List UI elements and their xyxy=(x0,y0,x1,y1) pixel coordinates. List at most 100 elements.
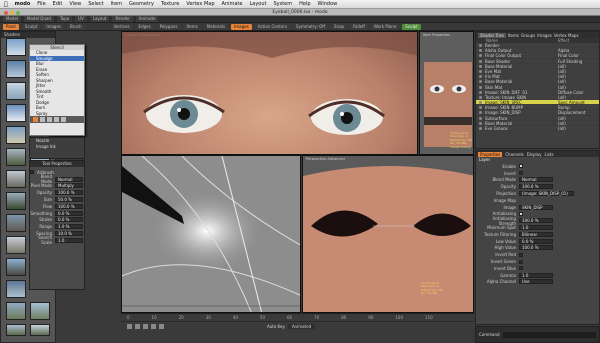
preset-tile[interactable] xyxy=(6,38,26,56)
shader-item-effect[interactable]: (all) xyxy=(558,64,566,69)
visibility-eye-icon[interactable] xyxy=(479,111,482,115)
opacity-field[interactable]: 100.0 % xyxy=(55,190,83,196)
image-ink-item[interactable]: Image Ink xyxy=(30,144,84,150)
preset-tile[interactable] xyxy=(6,60,26,78)
last-frame-icon[interactable] xyxy=(159,324,164,329)
close-window-button[interactable] xyxy=(4,10,8,15)
work-plane-button[interactable]: Work Plane xyxy=(370,23,400,30)
search-scale-field[interactable]: 1.0 xyxy=(55,237,83,243)
preset-tile[interactable] xyxy=(6,192,26,210)
tab-lists[interactable]: Lists xyxy=(544,152,553,157)
menu-file[interactable]: File xyxy=(37,1,45,7)
tab-brush[interactable]: Brush xyxy=(67,23,85,30)
menu-window[interactable]: Window xyxy=(318,1,338,7)
visibility-eye-icon[interactable] xyxy=(479,127,482,130)
property-value-field[interactable]: Bilinear xyxy=(519,231,553,237)
sculpt-button[interactable]: Sculpt xyxy=(402,23,421,30)
snap-button[interactable]: Snap xyxy=(331,23,348,30)
next-key-icon[interactable] xyxy=(151,324,156,329)
key-mode-select[interactable]: Animated xyxy=(287,324,316,329)
property-value-field[interactable]: SKIN_DISP xyxy=(519,204,553,210)
shader-item-effect[interactable]: (all) xyxy=(558,121,566,126)
first-frame-icon[interactable] xyxy=(127,324,132,329)
visibility-eye-icon[interactable] xyxy=(479,69,482,73)
tab-vertex-maps[interactable]: Vertex Maps xyxy=(554,33,579,38)
property-value-field[interactable]: 100.0 % xyxy=(519,245,553,251)
auto-key-label[interactable]: Auto Key xyxy=(267,324,285,329)
tab-uv[interactable]: UV xyxy=(75,16,87,22)
edges-mode[interactable]: Edges xyxy=(135,23,154,30)
preset-tile[interactable] xyxy=(6,236,26,254)
shader-tree-row[interactable]: Eye Groups (all) xyxy=(476,126,599,132)
menu-vertex-map[interactable]: Vertex Map xyxy=(186,1,214,7)
shader-item-effect[interactable]: (all) xyxy=(558,79,566,84)
property-checkbox[interactable] xyxy=(519,164,523,169)
symmetry-button[interactable]: Symmetry: Off xyxy=(293,23,329,30)
shader-item-effect[interactable]: Bump xyxy=(558,105,570,110)
property-value-field[interactable]: 0.0 % xyxy=(519,238,553,244)
brush-icon[interactable] xyxy=(54,117,59,122)
tab-render[interactable]: Render xyxy=(112,16,133,22)
tab-animate[interactable]: Animate xyxy=(135,16,159,22)
menu-item[interactable]: Item xyxy=(111,1,122,7)
uv-editor-viewport[interactable]: Texture UV Editor xyxy=(121,155,301,313)
preset-tile[interactable] xyxy=(6,104,26,122)
shader-item-effect[interactable]: Spec Amount xyxy=(558,100,585,105)
smoothing-field[interactable]: 0.0 % xyxy=(55,210,83,216)
menu-edit[interactable]: Edit xyxy=(53,1,63,7)
spacing-field[interactable]: 10.0 % xyxy=(55,231,83,237)
face-thumbnail-viewport[interactable]: Item Properties All Polygons Channels: 0… xyxy=(419,31,474,155)
menu-help[interactable]: Help xyxy=(299,1,310,7)
visibility-eye-icon[interactable] xyxy=(479,85,482,89)
tab-groups[interactable]: Groups xyxy=(521,33,535,38)
images-button[interactable]: Images xyxy=(231,23,252,30)
visibility-eye-icon[interactable] xyxy=(479,64,482,68)
tab-topo[interactable]: Topo xyxy=(56,16,73,22)
preset-tile[interactable] xyxy=(30,324,50,336)
shader-item-effect[interactable]: (all) xyxy=(558,85,566,90)
preset-tile[interactable] xyxy=(6,280,26,298)
preset-tile[interactable] xyxy=(6,82,26,100)
visibility-eye-icon[interactable] xyxy=(479,59,482,63)
pixel-mode-select[interactable]: Multiply xyxy=(55,183,83,189)
zoom-window-button[interactable] xyxy=(16,10,20,15)
preset-tile[interactable] xyxy=(6,148,26,166)
property-checkbox[interactable] xyxy=(519,171,523,176)
preset-tile[interactable] xyxy=(6,258,26,276)
falloff-button[interactable]: Falloff xyxy=(350,23,368,30)
shader-item-effect[interactable]: (all) xyxy=(558,116,566,121)
tab-items[interactable]: Items xyxy=(508,33,519,38)
menu-system[interactable]: System xyxy=(273,1,292,7)
visibility-eye-icon[interactable] xyxy=(479,75,482,79)
visibility-eye-icon[interactable] xyxy=(479,44,482,47)
shader-item-effect[interactable]: Diffuse Color xyxy=(558,90,584,95)
apple-icon[interactable]:  xyxy=(4,1,8,8)
vertices-mode[interactable]: Vertices xyxy=(110,23,133,30)
preset-tile[interactable] xyxy=(6,302,26,320)
shader-item-effect[interactable]: Displacement xyxy=(558,110,586,115)
visibility-eye-icon[interactable] xyxy=(479,121,482,125)
materials-mode[interactable]: Materials xyxy=(203,23,229,30)
property-value-field[interactable]: 1.0 xyxy=(519,272,553,278)
play-icon[interactable] xyxy=(143,324,148,329)
preset-tile[interactable] xyxy=(6,170,26,188)
shader-item-effect[interactable]: (all) xyxy=(558,95,566,100)
perspective-viewport[interactable]: Camera Perspective xyxy=(121,31,418,155)
property-value-field[interactable]: 1.0 xyxy=(519,225,553,231)
shader-item-effect[interactable]: (all) xyxy=(558,69,566,74)
prev-key-icon[interactable] xyxy=(135,324,140,329)
property-value-field[interactable]: Use xyxy=(519,279,553,285)
menu-geometry[interactable]: Geometry xyxy=(129,1,154,7)
menu-animate[interactable]: Animate xyxy=(222,1,243,7)
shader-item-effect[interactable]: (all) xyxy=(558,74,566,79)
stroke-field[interactable]: 0.0 % xyxy=(55,217,83,223)
visibility-eye-icon[interactable] xyxy=(479,101,482,105)
menu-layout[interactable]: Layout xyxy=(249,1,266,7)
tab-images[interactable]: Images xyxy=(43,23,65,30)
tab-model[interactable]: Model xyxy=(3,16,22,22)
tab-properties[interactable]: Properties xyxy=(478,151,503,157)
command-input[interactable] xyxy=(502,331,596,338)
tab-model-quad[interactable]: Model Quad xyxy=(24,16,54,22)
app-menu[interactable]: modo xyxy=(15,1,31,7)
minimize-window-button[interactable] xyxy=(10,10,14,15)
